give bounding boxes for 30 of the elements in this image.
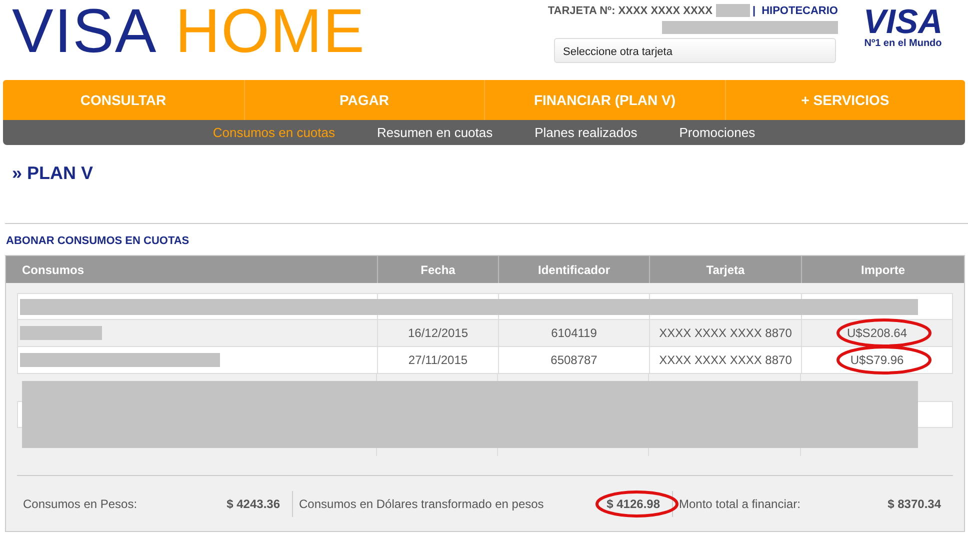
card-type[interactable]: HIPOTECARIO	[762, 4, 838, 16]
sub-nav-link[interactable]: Planes realizados	[534, 125, 638, 140]
table-cell: 27/11/2015	[377, 347, 498, 373]
total-value: $ 4126.98	[606, 496, 660, 510]
total-label: Consumos en Dólares transformado en pesos	[299, 496, 544, 510]
site-logo: VISA HOME	[12, 0, 366, 64]
table-cell: 6508787	[498, 347, 649, 373]
column-header: Fecha	[377, 256, 498, 283]
table-cell: 16/12/2015	[377, 320, 498, 346]
total-label: Monto total a financiar:	[679, 496, 800, 510]
column-header: Importe	[801, 256, 964, 283]
card-select[interactable]: Seleccione otra tarjeta	[554, 38, 836, 63]
section-title: ABONAR CONSUMOS EN CUOTAS	[6, 235, 190, 249]
total-label: Consumos en Pesos:	[23, 496, 138, 510]
table-cell: U$S79.96	[801, 347, 952, 373]
card-number: TARJETA Nº: XXXX XXXX XXXX	[548, 4, 712, 16]
column-header: Tarjeta	[649, 256, 801, 283]
table-cell: XXXX XXXX XXXX 8870	[649, 347, 801, 373]
separator-text: |	[752, 4, 756, 16]
table-cell: XXXX XXXX XXXX 8870	[649, 320, 801, 346]
sub-nav-link[interactable]: Promociones	[679, 125, 756, 140]
total-value: $ 4243.36	[226, 496, 280, 510]
page-title: » PLAN V	[12, 163, 94, 185]
table-cell: 6104119	[498, 320, 649, 346]
redaction-bar	[716, 4, 750, 17]
column-header: Consumos	[21, 262, 86, 278]
brand-logo: VISA Nº1 en el Mundo	[862, 2, 944, 49]
sub-nav-link[interactable]: Resumen en cuotas	[377, 125, 493, 140]
total-value: $ 8370.34	[888, 496, 941, 510]
column-header: Identificador	[498, 256, 649, 283]
